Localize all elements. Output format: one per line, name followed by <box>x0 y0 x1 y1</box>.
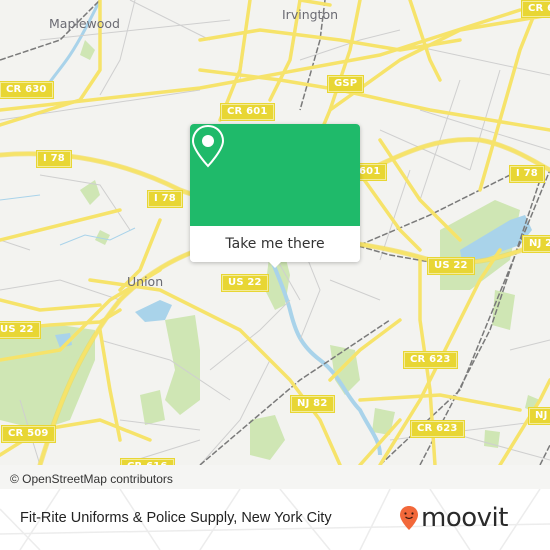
footer-bar: Fit-Rite Uniforms & Police Supply, New Y… <box>0 489 550 550</box>
road-label-us22-mid: US 22 <box>222 275 268 291</box>
road-label-i78-left: I 78 <box>37 151 71 167</box>
map-attribution[interactable]: © OpenStreetMap contributors <box>0 469 185 489</box>
brand-name: moovit <box>421 503 508 533</box>
road-label-i78-right: I 78 <box>510 166 544 182</box>
place-label-maplewood: Maplewood <box>49 16 120 31</box>
road-label-gsp: GSP <box>328 76 364 92</box>
road-label-nj82: NJ 82 <box>291 396 334 412</box>
popup-header <box>190 124 360 226</box>
moovit-logo[interactable]: moovit <box>399 503 508 533</box>
place-title: Fit-Rite Uniforms & Police Supply, New Y… <box>20 510 332 526</box>
road-label-cr623-a: CR 623 <box>404 352 457 368</box>
road-label-i78-mid: I 78 <box>148 191 182 207</box>
road-label-cr601: CR 601 <box>221 104 274 120</box>
road-label-cr623-b: CR 623 <box>411 421 464 437</box>
map-pin-icon <box>191 124 225 168</box>
road-label-cr509: CR 509 <box>2 426 55 442</box>
moovit-pin-icon <box>400 506 418 530</box>
destination-popup: Take me there <box>190 124 360 268</box>
road-label-cr616: CR 616 <box>121 459 174 465</box>
road-label-us22-right: US 22 <box>428 258 474 274</box>
place-label-irvington: Irvington <box>282 7 339 22</box>
road-label-us22-left: US 22 <box>0 322 40 338</box>
take-me-there-button[interactable]: Take me there <box>190 226 360 262</box>
popup-tail <box>267 260 283 268</box>
road-label-nj-edge: NJ <box>529 408 550 424</box>
map-view[interactable]: Maplewood Irvington Union CR 630 CR 601 … <box>0 0 550 465</box>
road-label-cr630: CR 630 <box>0 82 53 98</box>
road-label-nj-right: NJ 2 <box>523 236 550 252</box>
place-label-union: Union <box>127 274 164 289</box>
road-label-cr-top-right: CR 6 <box>522 1 550 17</box>
